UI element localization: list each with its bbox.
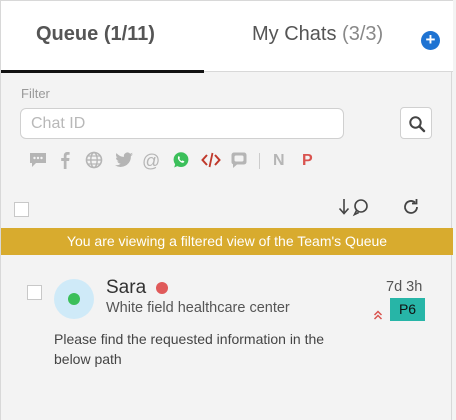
channel-separator <box>259 153 260 169</box>
queue-panel: Queue (1/11) My Chats (3/3) + Filter @ <box>0 0 453 420</box>
filtered-view-banner: You are viewing a filtered view of the T… <box>1 228 453 255</box>
sort-button[interactable] <box>338 197 372 222</box>
customer-organization: White field healthcare center <box>106 300 290 316</box>
search-button[interactable] <box>400 107 432 139</box>
at-email-icon[interactable]: @ <box>142 151 160 171</box>
web-globe-icon[interactable] <box>85 151 103 171</box>
add-chat-button[interactable]: + <box>421 31 440 50</box>
plus-icon: + <box>425 30 436 49</box>
customer-name: Sara <box>106 277 147 298</box>
tab-queue-label: Queue <box>36 23 99 45</box>
tab-my-chats[interactable]: My Chats (3/3) <box>252 23 383 46</box>
tab-bar: Queue (1/11) My Chats (3/3) + <box>1 0 453 73</box>
status-indicator <box>156 282 168 294</box>
chat-id-search-input[interactable] <box>20 108 344 139</box>
sort-chat-icon <box>338 199 368 217</box>
chat-age: 7d 3h <box>386 279 423 295</box>
avatar <box>54 279 94 319</box>
refresh-icon <box>404 199 418 214</box>
chat-bubble-icon[interactable] <box>29 151 47 171</box>
channel-n-filter[interactable]: N <box>273 151 285 171</box>
tab-queue-count: (1/11) <box>103 23 155 45</box>
queue-chat-item[interactable]: Sara White field healthcare center 7d 3h… <box>1 262 453 372</box>
message-square-icon[interactable] <box>230 151 248 171</box>
tab-queue[interactable]: Queue (1/11) <box>36 23 155 46</box>
chat-item-checkbox[interactable] <box>27 285 42 300</box>
message-preview: Please find the requested information in… <box>54 331 325 367</box>
channel-p-filter[interactable]: P <box>302 151 313 171</box>
filter-label: Filter <box>21 86 50 101</box>
active-tab-indicator <box>1 70 204 73</box>
search-icon <box>409 116 426 133</box>
select-all-checkbox[interactable] <box>14 202 29 217</box>
tab-my-chats-label: My Chats <box>252 23 337 45</box>
priority-badge: P6 <box>390 298 425 321</box>
facebook-icon[interactable] <box>59 151 71 171</box>
code-icon[interactable] <box>201 151 221 171</box>
refresh-button[interactable] <box>401 197 421 222</box>
high-priority-icon <box>373 307 383 325</box>
tab-my-chats-count: (3/3) <box>342 23 384 45</box>
whatsapp-icon[interactable] <box>172 151 190 171</box>
whatsapp-channel-dot <box>68 293 80 305</box>
twitter-icon[interactable] <box>114 151 134 171</box>
